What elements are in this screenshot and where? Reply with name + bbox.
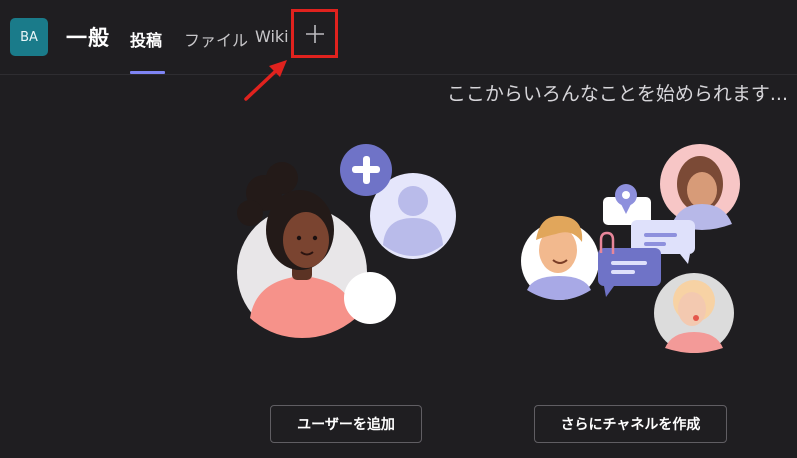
tab-posts[interactable]: 投稿 xyxy=(130,27,162,51)
channel-header: BA 一般 投稿 ファイル Wiki xyxy=(0,0,797,75)
active-tab-indicator xyxy=(130,71,165,74)
teams-channel-page: BA 一般 投稿 ファイル Wiki ここからいろんなことを始められます... xyxy=(0,0,797,458)
tab-files[interactable]: ファイル xyxy=(184,27,248,51)
annotation-arrow-icon xyxy=(244,60,287,101)
team-avatar[interactable]: BA xyxy=(10,18,48,56)
tab-wiki[interactable]: Wiki xyxy=(255,27,289,46)
add-people-illustration xyxy=(237,144,456,338)
channels-illustration xyxy=(521,144,740,353)
add-user-button[interactable]: ユーザーを追加 xyxy=(270,405,422,443)
add-tab-button[interactable] xyxy=(291,9,338,58)
channel-title: 一般 xyxy=(66,26,110,50)
create-more-channels-button[interactable]: さらにチャネルを作成 xyxy=(534,405,727,443)
getting-started-hint: ここからいろんなことを始められます... xyxy=(446,83,788,105)
plus-icon xyxy=(305,24,324,43)
